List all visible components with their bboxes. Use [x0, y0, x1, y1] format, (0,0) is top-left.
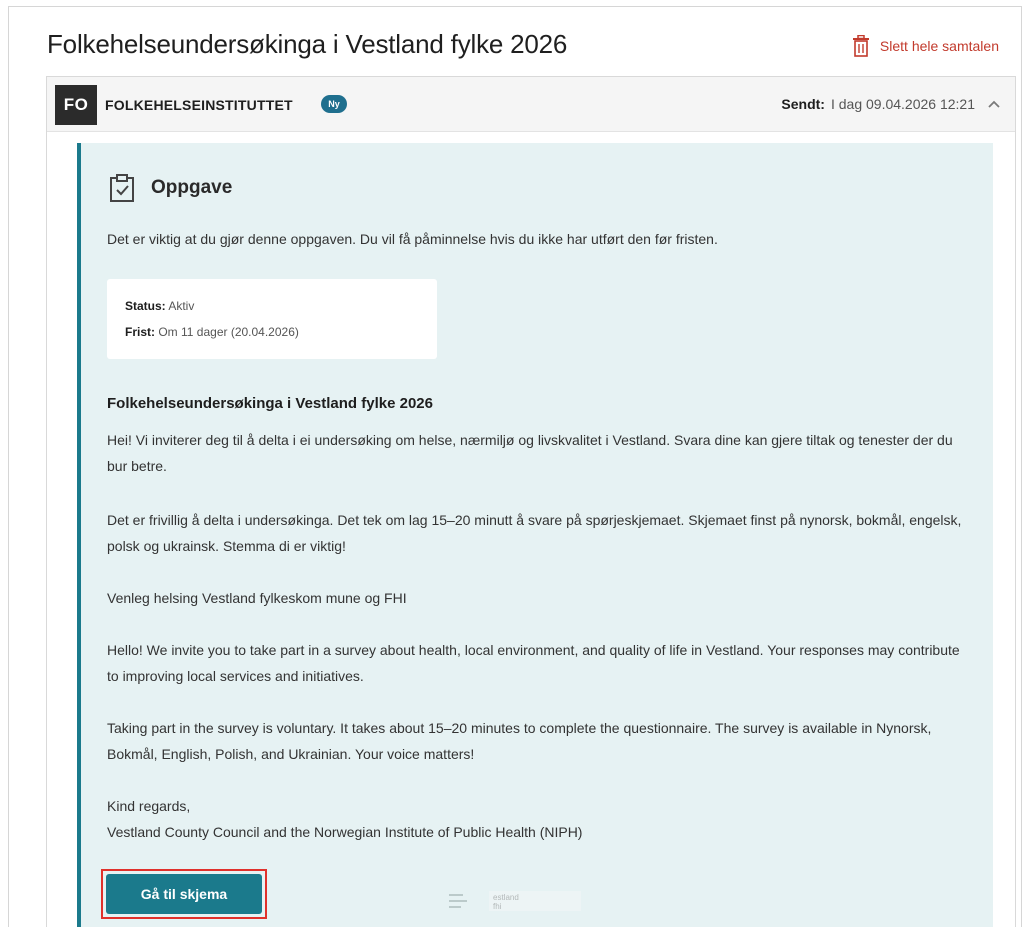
cta-highlight: Gå til skjema: [101, 869, 267, 919]
sender-avatar: FO: [55, 85, 97, 125]
page-title: Folkehelseundersøkinga i Vestland fylke …: [47, 29, 568, 59]
partner-logo: estland fhi: [489, 891, 581, 911]
message-signature: Kind regards, Vestland County Council an…: [107, 793, 967, 845]
sent-info: Sendt: I dag 09.04.2026 12:21: [781, 96, 1001, 112]
message-paragraph: Hei! Vi inviterer deg til å delta i ei u…: [107, 432, 953, 474]
message-card: FO FOLKEHELSEINSTITUTTET Ny Sendt: I dag…: [46, 76, 1016, 927]
deadline-value: Om 11 dager (20.04.2026): [158, 325, 299, 339]
sent-timestamp: I dag 09.04.2026 12:21: [830, 96, 975, 112]
task-intro: Det er viktig at du gjør denne oppgaven.…: [107, 231, 718, 247]
signature-line: Vestland County Council and the Norwegia…: [107, 824, 583, 840]
sender-name: FOLKEHELSEINSTITUTTET: [105, 97, 293, 113]
message-body-title: Folkehelseundersøkinga i Vestland fylke …: [107, 395, 433, 412]
message-paragraph: Taking part in the survey is voluntary. …: [107, 720, 932, 762]
new-badge: Ny: [321, 95, 347, 113]
sent-label: Sendt:: [781, 96, 825, 112]
go-to-form-button[interactable]: Gå til skjema: [106, 874, 262, 914]
message-paragraph: Hello! We invite you to take part in a s…: [107, 642, 960, 684]
task-heading-text: Oppgave: [151, 177, 233, 198]
deadline-line: Frist: Om 11 dager (20.04.2026): [125, 325, 299, 339]
delete-conversation-button[interactable]: Slett hele samtalen: [852, 35, 999, 57]
delete-conversation-label: Slett hele samtalen: [879, 38, 999, 54]
trash-icon: [852, 35, 869, 57]
chevron-up-icon[interactable]: [987, 99, 1001, 109]
clipboard-check-icon: [110, 174, 134, 202]
task-status-card: Status: Aktiv Frist: Om 11 dager (20.04.…: [107, 279, 437, 359]
status-line: Status: Aktiv: [125, 299, 194, 313]
logo-text: estland: [493, 893, 519, 902]
status-label: Status:: [125, 299, 166, 313]
conversation-header: Folkehelseundersøkinga i Vestland fylke …: [47, 27, 1001, 67]
footer-logos: estland fhi: [447, 891, 581, 911]
regards-line: Kind regards,: [107, 798, 191, 814]
message-paragraph: Det er frivillig å delta i undersøkinga.…: [107, 512, 962, 554]
logo-text: fhi: [493, 902, 502, 911]
message-header[interactable]: FO FOLKEHELSEINSTITUTTET Ny Sendt: I dag…: [47, 77, 1015, 132]
status-value: Aktiv: [168, 299, 195, 313]
message-paragraph: Venleg helsing Vestland fylkeskom mune o…: [107, 590, 407, 606]
task-heading: Oppgave: [109, 173, 232, 203]
deadline-label: Frist:: [125, 325, 155, 339]
logo-mark-icon: [449, 894, 467, 908]
task-panel: Oppgave Det er viktig at du gjør denne o…: [77, 143, 993, 927]
